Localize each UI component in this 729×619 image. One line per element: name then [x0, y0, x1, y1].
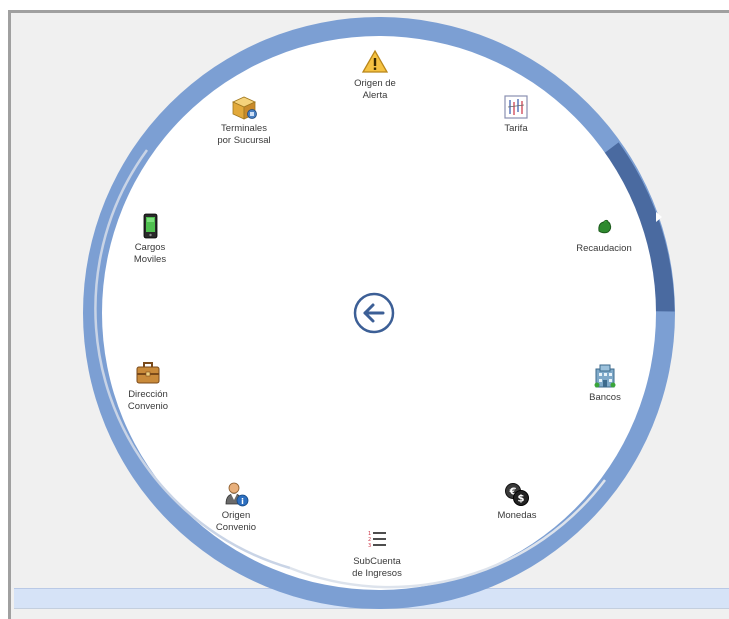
- svg-text:$: $: [518, 494, 525, 505]
- ring-navigation-button[interactable]: [653, 210, 665, 224]
- back-arrow-icon: [353, 292, 395, 334]
- bank-building-icon: [594, 364, 616, 388]
- svg-text:i: i: [241, 497, 244, 506]
- briefcase-icon: [136, 362, 160, 384]
- menu-item-label: Bancos: [589, 392, 621, 403]
- menu-item-tarifa[interactable]: Tarifa: [461, 93, 571, 135]
- menu-item-monedas[interactable]: € $ Monedas: [462, 480, 572, 522]
- svg-text:3: 3: [368, 543, 371, 549]
- menu-item-label: Monedas: [497, 510, 537, 521]
- menu-item-subcuenta-de-ingresos[interactable]: 1 2 3 SubCuenta de Ingresos: [322, 526, 432, 579]
- menu-item-origen-convenio[interactable]: i Origen Convenio: [181, 480, 291, 533]
- tariff-chart-icon: [504, 95, 528, 119]
- menu-item-label: Cargos Moviles: [133, 242, 167, 265]
- menu-item-label: Terminales por Sucursal: [217, 123, 271, 146]
- menu-item-label: Dirección Convenio: [127, 389, 169, 412]
- menu-item-label: Tarifa: [504, 123, 528, 134]
- menu-item-recaudacion[interactable]: Recaudacion: [549, 213, 659, 255]
- menu-item-label: Origen Convenio: [215, 510, 257, 533]
- box-terminal-icon: [232, 96, 257, 120]
- user-info-icon: i: [225, 482, 249, 507]
- menu-item-terminales-por-sucursal[interactable]: Terminales por Sucursal: [189, 93, 299, 146]
- menu-item-label: SubCuenta de Ingresos: [352, 556, 402, 579]
- menu-item-origen-de-alerta[interactable]: Origen de Alerta: [320, 48, 430, 101]
- back-button[interactable]: [352, 291, 396, 335]
- menu-item-bancos[interactable]: Bancos: [550, 362, 660, 404]
- menu-item-cargos-moviles[interactable]: Cargos Moviles: [95, 212, 205, 265]
- mobile-phone-icon: [143, 213, 158, 239]
- menu-item-direccion-convenio[interactable]: Dirección Convenio: [93, 359, 203, 412]
- menu-item-label: Recaudacion: [576, 243, 632, 254]
- chevron-right-icon: [656, 212, 662, 222]
- money-icon: [598, 219, 612, 234]
- menu-item-label: Origen de Alerta: [354, 78, 396, 101]
- currency-coins-icon: € $: [505, 483, 529, 506]
- warning-icon: [361, 49, 389, 73]
- numbered-list-icon: 1 2 3: [368, 531, 386, 549]
- radial-menu: Origen de Alerta Tarifa Recaudacion Banc…: [0, 0, 729, 619]
